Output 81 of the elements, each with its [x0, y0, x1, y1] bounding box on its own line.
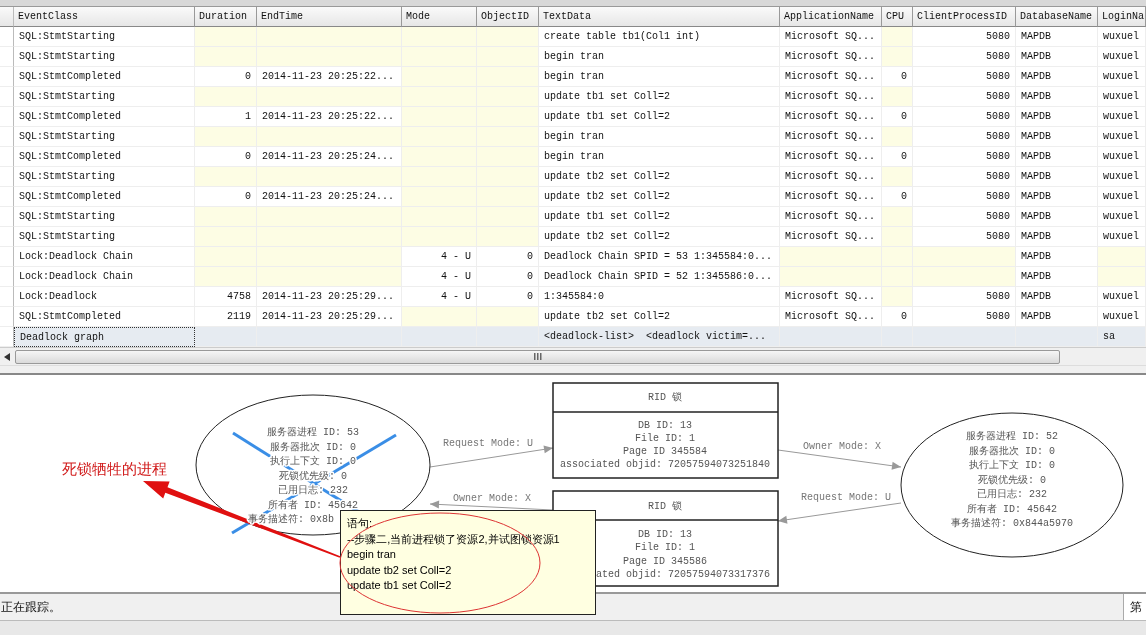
row-header[interactable]	[0, 327, 14, 347]
row-header[interactable]	[0, 307, 14, 327]
column-header[interactable]: EventClass	[14, 7, 195, 27]
node-text: 事务描述符: 0x844a5970	[951, 518, 1073, 529]
row-header[interactable]	[0, 227, 14, 247]
node-text: 服务器批次 ID: 0	[969, 445, 1055, 457]
edge-label: Request Mode: U	[443, 438, 533, 449]
table-row[interactable]: SQL:StmtCompleted 0 2014-11-23 20:25:24... update tb2 set Coll=2 Microsoft SQ... 0 5080 MAPDB wuxuel	[0, 187, 1146, 207]
table-row[interactable]: SQL:StmtCompleted 0 2014-11-23 20:25:24... begin tran Microsoft SQ... 0 5080 MAPDB wuxuel	[0, 147, 1146, 167]
row-header[interactable]	[0, 207, 14, 227]
resource-title: RID 锁	[648, 501, 682, 512]
node-text: 事务描述符: 0x8b	[248, 514, 334, 525]
edge-label: Request Mode: U	[801, 492, 891, 503]
column-header[interactable]: Mode	[402, 7, 477, 27]
tooltip-line: --步骤二,当前进程锁了资源2,并试图锁资源1	[347, 531, 560, 547]
tooltip-line: begin tran	[347, 547, 396, 562]
resource-title: RID 锁	[648, 392, 682, 403]
column-header[interactable]: ObjectID	[477, 7, 539, 27]
table-row[interactable]: Lock:Deadlock Chain 4 - U 0 Deadlock Chain SPID = 52 1:345586:0... MAPDB	[0, 267, 1146, 287]
column-header[interactable]: CPU	[882, 7, 913, 27]
row-header[interactable]	[0, 247, 14, 267]
node-text: 死锁优先级: 0	[978, 474, 1046, 486]
row-header[interactable]	[0, 147, 14, 167]
node-text: 已用日志: 232	[977, 489, 1047, 500]
column-header[interactable]: EndTime	[257, 7, 402, 27]
scrollbar-thumb[interactable]	[15, 349, 1060, 364]
grip-icon	[533, 353, 542, 360]
row-header[interactable]	[0, 87, 14, 107]
table-row[interactable]: SQL:StmtStarting update tb2 set Coll=2 Microsoft SQ... 5080 MAPDB wuxuel	[0, 227, 1146, 247]
resource-text: Page ID 345586	[623, 556, 707, 567]
column-header[interactable]: TextData	[539, 7, 780, 27]
resource-text: ated objid: 72057594073317376	[595, 569, 770, 580]
resource-text: Page ID 345584	[623, 446, 707, 457]
table-row[interactable]: SQL:StmtStarting update tb2 set Coll=2 Microsoft SQ... 5080 MAPDB wuxuel	[0, 167, 1146, 187]
header-corner	[0, 7, 14, 27]
node-text: 服务器进程 ID: 52	[966, 431, 1058, 442]
resource-text: associated objid: 72057594073251840	[560, 459, 770, 470]
resource-text: DB ID: 13	[638, 529, 692, 540]
row-header[interactable]	[0, 287, 14, 307]
row-header[interactable]	[0, 267, 14, 287]
column-header[interactable]: LoginNa	[1098, 7, 1146, 27]
status-text: 正在跟踪。	[0, 598, 61, 616]
node-text: 已用日志: 232	[278, 485, 348, 496]
tooltip-title: 语句:	[347, 516, 373, 531]
column-header[interactable]: Duration	[195, 7, 257, 27]
row-header[interactable]	[0, 67, 14, 87]
row-header[interactable]	[0, 167, 14, 187]
node-text: 服务器进程 ID: 53	[267, 427, 359, 438]
node-text: 服务器批次 ID: 0	[270, 441, 356, 453]
table-row[interactable]: Deadlock graph <deadlock-list> <deadlock victim=... sa	[0, 327, 1146, 347]
row-header[interactable]	[0, 47, 14, 67]
table-row[interactable]: SQL:StmtStarting begin tran Microsoft SQ... 5080 MAPDB wuxuel	[0, 127, 1146, 147]
row-header[interactable]	[0, 127, 14, 147]
column-header[interactable]: ClientProcessID	[913, 7, 1016, 27]
row-header[interactable]	[0, 27, 14, 47]
node-text: 执行上下文 ID: 0	[969, 460, 1055, 471]
table-row[interactable]: SQL:StmtStarting update tb1 set Coll=2 Microsoft SQ... 5080 MAPDB wuxuel	[0, 207, 1146, 227]
table-row[interactable]: SQL:StmtCompleted 0 2014-11-23 20:25:22... begin tran Microsoft SQ... 0 5080 MAPDB wuxuel	[0, 67, 1146, 87]
annotation-text: 死锁牺牲的进程	[62, 460, 167, 479]
edge-label: Owner Mode: X	[453, 493, 531, 504]
horizontal-scrollbar[interactable]	[0, 347, 1146, 365]
edge-label: Owner Mode: X	[803, 441, 881, 452]
column-header[interactable]: ApplicationName	[780, 7, 882, 27]
row-header[interactable]	[0, 107, 14, 127]
scroll-left-icon[interactable]	[4, 352, 10, 361]
table-row[interactable]: SQL:StmtCompleted 1 2014-11-23 20:25:22... update tb1 set Coll=2 Microsoft SQ... 0 5080 MAPDB wuxuel	[0, 107, 1146, 127]
column-header[interactable]: DatabaseName	[1016, 7, 1098, 27]
tooltip-line: update tb2 set Coll=2	[347, 562, 452, 578]
table-row[interactable]: SQL:StmtCompleted 2119 2014-11-23 20:25:29... update tb2 set Coll=2 Microsoft SQ... 0 5080 MAPDB wuxuel	[0, 307, 1146, 327]
table-row[interactable]: SQL:StmtStarting update tb1 set Coll=2 Microsoft SQ... 5080 MAPDB wuxuel	[0, 87, 1146, 107]
resource-text: DB ID: 13	[638, 420, 692, 431]
node-text: 所有者 ID: 45642	[967, 503, 1057, 515]
table-row[interactable]: Lock:Deadlock 4758 2014-11-23 20:25:29... 4 - U 0 1:345584:0 Microsoft SQ... 5080 MAPDB wuxuel	[0, 287, 1146, 307]
table-row[interactable]: Lock:Deadlock Chain 4 - U 0 Deadlock Chain SPID = 53 1:345584:0... MAPDB	[0, 247, 1146, 267]
tooltip-line: update tb1 set Coll=2	[347, 578, 452, 593]
resource-text: File ID: 1	[635, 433, 695, 444]
resource-text: File ID: 1	[635, 542, 695, 553]
table-row[interactable]: SQL:StmtStarting begin tran Microsoft SQ... 5080 MAPDB wuxuel	[0, 47, 1146, 67]
row-header[interactable]	[0, 187, 14, 207]
status-panel: 第	[1123, 594, 1146, 620]
table-row[interactable]: SQL:StmtStarting create table tb1(Col1 int) Microsoft SQ... 5080 MAPDB wuxuel	[0, 27, 1146, 47]
